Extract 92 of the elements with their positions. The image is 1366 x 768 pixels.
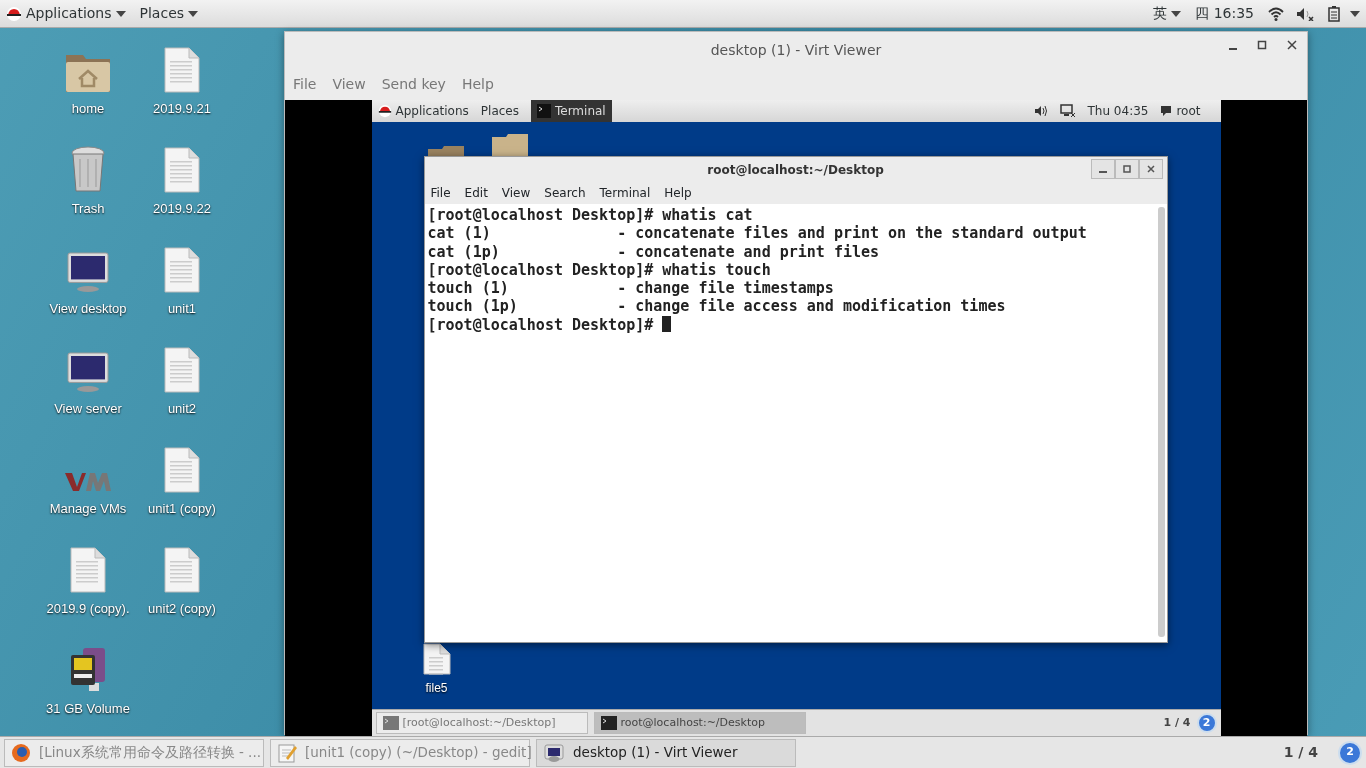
taskbar-item[interactable]: Terminal: [530, 100, 612, 122]
icon-label[interactable]: 2019.9.22: [153, 199, 211, 219]
caret-icon: [115, 10, 126, 17]
document-icon: [163, 447, 201, 493]
close-button[interactable]: [1138, 159, 1163, 179]
taskbar-item[interactable]: [root@localhost:~/Desktop]: [375, 712, 588, 734]
minimize-icon: [1098, 171, 1107, 173]
icon-label[interactable]: unit2 (copy): [148, 599, 216, 619]
caret-icon: [188, 10, 199, 17]
wifi-icon: [1268, 6, 1284, 21]
scrollbar[interactable]: [1157, 207, 1165, 637]
menu-item[interactable]: Help: [461, 74, 494, 95]
minimize-icon: [1229, 48, 1237, 50]
menu-item[interactable]: File: [293, 74, 317, 95]
icon-label[interactable]: View server: [54, 399, 122, 419]
vm-logo-icon: [64, 471, 112, 493]
battery-icon: [1328, 5, 1340, 22]
caret-icon: [1171, 10, 1182, 17]
icon-label[interactable]: 31 GB Volume: [46, 699, 130, 719]
memory-card-icon: [69, 647, 107, 693]
window-title: root@localhost:~/Desktop: [707, 161, 884, 179]
menu-item[interactable]: Send key: [381, 74, 446, 95]
document-icon: [163, 247, 201, 293]
icon-label[interactable]: View desktop: [49, 299, 127, 319]
close-icon: [1287, 40, 1297, 50]
notification-count[interactable]: 2: [1196, 713, 1217, 733]
document-icon: [69, 547, 107, 593]
notepad-icon: [277, 742, 297, 763]
menu-item[interactable]: Edit: [464, 184, 488, 202]
maximize-icon: [1257, 40, 1267, 50]
monitor-icon: [66, 351, 110, 393]
user-menu[interactable]: root: [1160, 102, 1201, 120]
taskbar-item[interactable]: desktop (1) - Virt Viewer: [536, 738, 796, 767]
menu-button[interactable]: Places: [480, 102, 519, 120]
minimize-button[interactable]: [1090, 159, 1115, 179]
terminal-line: touch (1) - change file timestamps: [427, 279, 834, 298]
notification-count[interactable]: 2: [1338, 740, 1362, 765]
volume-icon: [1033, 105, 1048, 117]
close-icon: [1146, 165, 1155, 173]
caret-icon: [1350, 10, 1360, 17]
menu-item[interactable]: Help: [664, 184, 692, 202]
terminal-line: cat (1p) - concatenate and print files: [427, 242, 880, 261]
globe-icon: [11, 742, 31, 763]
terminal-icon: [382, 716, 399, 730]
text-cursor: [662, 315, 672, 332]
icon-label[interactable]: 2019.9 (copy).: [46, 599, 130, 619]
icon-label[interactable]: Trash: [71, 199, 105, 219]
menu-item[interactable]: View: [501, 184, 531, 202]
maximize-button[interactable]: [1114, 159, 1139, 179]
icon-label[interactable]: 2019.9.21: [153, 99, 211, 119]
terminal-line: touch (1p) - change file access and modification times: [427, 297, 1006, 316]
hat-icon: [377, 104, 392, 118]
icon-label[interactable]: file5: [425, 679, 448, 697]
menu-item[interactable]: Search: [544, 184, 586, 202]
workspace-pager[interactable]: 1 / 4: [1163, 714, 1191, 732]
trash-icon: [68, 145, 108, 193]
menu-item[interactable]: Terminal: [599, 184, 651, 202]
document-icon: [163, 147, 201, 193]
menu-button[interactable]: Applications: [6, 3, 126, 24]
terminal-line: [root@localhost Desktop]# whatis cat: [427, 206, 753, 225]
taskbar-item[interactable]: [unit1 (copy) (~/Desktop) - gedit]: [270, 738, 530, 767]
menu-item[interactable]: File: [430, 184, 451, 202]
monitor-icon: [543, 742, 565, 763]
menu-button[interactable]: Places: [139, 3, 199, 24]
taskbar-item[interactable]: root@localhost:~/Desktop: [593, 712, 806, 734]
icon-label[interactable]: unit1 (copy): [148, 499, 216, 519]
terminal-line: [root@localhost Desktop]# whatis touch: [427, 260, 771, 280]
hat-icon: [6, 5, 22, 22]
icon-label[interactable]: unit2: [167, 399, 197, 419]
workspace-pager[interactable]: 1 / 4: [1283, 742, 1318, 763]
document-icon: [163, 547, 201, 593]
volume-muted-icon: [1296, 6, 1314, 21]
terminal-icon: [536, 104, 551, 118]
clock[interactable]: 四 16:35: [1195, 3, 1254, 24]
window-title: desktop (1) - Virt Viewer: [710, 41, 882, 60]
input-method-menu[interactable]: 英: [1153, 3, 1182, 24]
network-icon: [1059, 104, 1076, 118]
chat-icon: [1160, 105, 1173, 117]
document-icon: [163, 47, 201, 93]
menu-button[interactable]: Applications: [377, 102, 469, 120]
taskbar-item[interactable]: [Linux系统常用命令及路径转换 - ...: [4, 738, 264, 767]
icon-label[interactable]: Manage VMs: [49, 499, 127, 519]
icon-label[interactable]: unit1: [167, 299, 197, 319]
clock[interactable]: Thu 04:35: [1087, 102, 1149, 120]
monitor-icon: [66, 251, 110, 293]
menu-item[interactable]: View: [332, 74, 366, 95]
document-icon: [163, 347, 201, 393]
terminal-line: cat (1) - concatenate files and print on the standard output: [427, 224, 1087, 243]
icon-label[interactable]: home: [71, 99, 105, 119]
maximize-icon: [1122, 165, 1131, 173]
terminal-line: [root@localhost Desktop]#: [427, 315, 672, 335]
terminal-icon: [600, 716, 617, 730]
